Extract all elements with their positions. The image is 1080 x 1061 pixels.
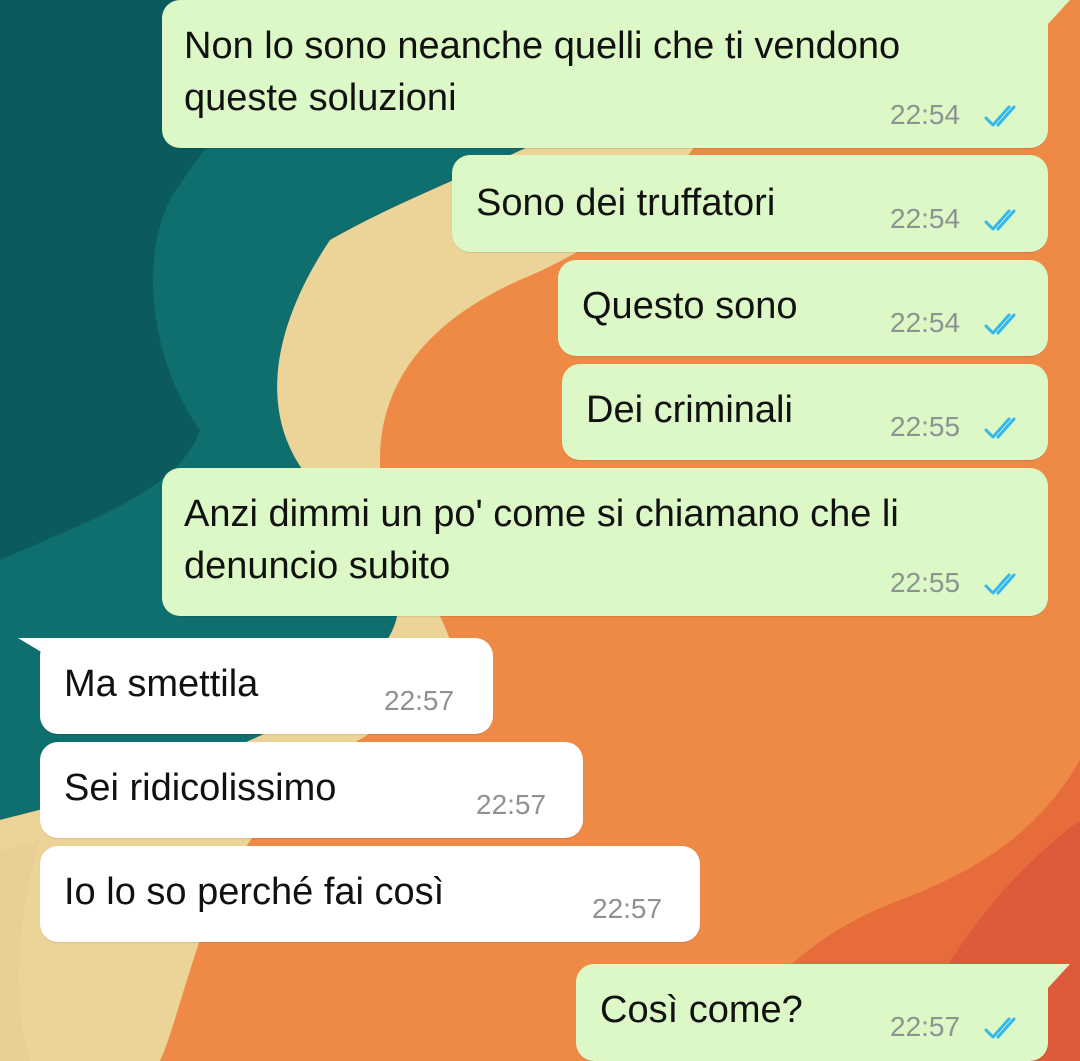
- incoming-message[interactable]: Sei ridicolissimo 22:57: [40, 742, 583, 838]
- double-check-icon: [984, 313, 1016, 335]
- message-text-line: Ma smettila: [64, 663, 259, 705]
- message-text-line: denuncio subito: [184, 545, 451, 587]
- message-timestamp: 22:55: [890, 567, 961, 598]
- double-check-icon: [984, 573, 1016, 595]
- message-timestamp: 22:54: [890, 307, 961, 338]
- message-text-line: Dei criminali: [586, 389, 793, 431]
- message-timestamp: 22:54: [890, 99, 961, 130]
- outgoing-message[interactable]: Questo sono 22:54: [558, 260, 1048, 356]
- message-text-line: Anzi dimmi un po' come si chiamano che l…: [184, 493, 899, 535]
- outgoing-message[interactable]: Dei criminali 22:55: [562, 364, 1048, 460]
- message-text-line: Così come?: [600, 989, 803, 1031]
- message-timestamp: 22:57: [592, 893, 663, 924]
- message-text-line: Non lo sono neanche quelli che ti vendon…: [184, 25, 901, 67]
- outgoing-message[interactable]: Anzi dimmi un po' come si chiamano che l…: [162, 468, 1048, 616]
- message-timestamp: 22:55: [890, 411, 961, 442]
- message-timestamp: 22:57: [476, 789, 547, 820]
- message-timestamp: 22:57: [384, 685, 455, 716]
- message-text-line: queste soluzioni: [184, 77, 457, 119]
- incoming-message[interactable]: Ma smettila 22:57: [40, 638, 493, 734]
- double-check-icon: [984, 1017, 1016, 1039]
- incoming-message[interactable]: Io lo so perché fai così 22:57: [40, 846, 700, 942]
- double-check-icon: [984, 209, 1016, 231]
- double-check-icon: [984, 105, 1016, 127]
- message-text-line: Sei ridicolissimo: [64, 767, 337, 809]
- message-timestamp: 22:57: [890, 1011, 961, 1042]
- outgoing-message[interactable]: Sono dei truffatori 22:54: [452, 155, 1048, 252]
- outgoing-message[interactable]: Così come? 22:57: [576, 964, 1048, 1061]
- message-text-line: Questo sono: [582, 285, 798, 327]
- message-text-line: Sono dei truffatori: [476, 182, 776, 224]
- outgoing-message[interactable]: Non lo sono neanche quelli che ti vendon…: [162, 0, 1048, 148]
- double-check-icon: [984, 417, 1016, 439]
- message-timestamp: 22:54: [890, 203, 961, 234]
- message-text-line: Io lo so perché fai così: [64, 871, 445, 913]
